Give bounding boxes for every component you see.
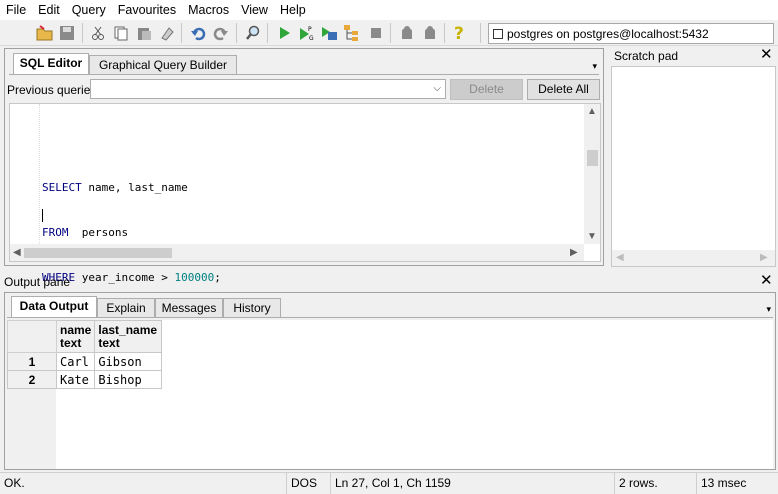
close-output-pane-icon[interactable]: ✕ [760, 273, 773, 288]
column-header-last-name[interactable]: last_name text [94, 320, 163, 353]
editor-gutter [10, 104, 40, 244]
scratch-horizontal-scrollbar[interactable]: ◀ ▶ [612, 250, 775, 266]
status-bar: OK. DOS Ln 27, Col 1, Ch 1159 2 rows. 13… [0, 472, 778, 494]
table-row[interactable]: 2 Kate Bishop [7, 370, 163, 389]
output-tab-strip: Data Output Explain Messages History ▾ [7, 296, 773, 318]
copy-icon[interactable] [112, 24, 130, 42]
tab-explain[interactable]: Explain [97, 298, 155, 317]
menu-file[interactable]: File [0, 0, 32, 20]
execute-pgscript-icon[interactable]: PG [298, 24, 316, 42]
scratch-scroll-right-icon[interactable]: ▶ [760, 253, 768, 263]
cell-name[interactable]: Carl [55, 352, 96, 371]
output-tab-menu-icon[interactable]: ▾ [766, 304, 771, 315]
redo-icon[interactable] [212, 24, 230, 42]
status-position: Ln 27, Col 1, Ch 1159 [330, 473, 614, 494]
help-icon[interactable]: ? [451, 24, 469, 42]
scratch-pad-title: Scratch pad [614, 49, 679, 63]
text-cursor [42, 209, 43, 222]
editor-vertical-scrollbar[interactable]: ▲ ▼ [584, 104, 600, 244]
table-row[interactable]: 1 Carl Gibson [7, 352, 163, 371]
status-encoding: DOS [286, 473, 330, 494]
output-pane: Data Output Explain Messages History ▾ n… [4, 292, 776, 470]
previous-queries-label: Previous queries [7, 83, 97, 97]
status-time: 13 msec [696, 473, 778, 494]
scratch-pad-textarea[interactable]: ◀ ▶ [611, 66, 776, 267]
menu-view[interactable]: View [235, 0, 274, 20]
cell-last-name[interactable]: Gibson [94, 352, 163, 371]
scratch-scroll-left-icon[interactable]: ◀ [616, 253, 624, 263]
scroll-right-icon[interactable]: ▶ [570, 248, 578, 258]
output-pane-title: Output pane [4, 275, 71, 289]
execute-icon[interactable] [275, 24, 293, 42]
scroll-left-icon[interactable]: ◀ [13, 248, 21, 258]
scroll-down-icon[interactable]: ▼ [587, 232, 597, 242]
status-rows: 2 rows. [614, 473, 696, 494]
connection-label: postgres on postgres@localhost:5432 [507, 26, 709, 41]
result-table: name text last_name text 1 Carl Gibson 2 K… [7, 320, 163, 389]
svg-text:P: P [308, 26, 312, 33]
tab-messages[interactable]: Messages [155, 298, 223, 317]
svg-text:?: ? [454, 24, 464, 42]
editor-hscroll-thumb[interactable] [24, 248, 172, 258]
menu-edit[interactable]: Edit [32, 0, 66, 20]
paste-icon[interactable] [135, 24, 153, 42]
previous-queries-select[interactable]: ⌵ [90, 79, 446, 99]
tab-menu-icon[interactable]: ▾ [592, 61, 597, 72]
execute-to-file-icon[interactable] [320, 24, 338, 42]
column-header-name[interactable]: name text [55, 320, 96, 353]
menu-favourites[interactable]: Favourites [112, 0, 182, 20]
row-number[interactable]: 2 [7, 370, 57, 389]
sql-editor-panel: SQL Editor Graphical Query Builder ▾ Pre… [4, 48, 604, 284]
sql-editor[interactable]: SELECT name, last_name FROM persons WHER… [9, 103, 601, 284]
explain-icon[interactable] [343, 24, 361, 42]
database-icon[interactable] [398, 24, 416, 42]
find-icon[interactable] [244, 24, 262, 42]
cut-icon[interactable] [89, 24, 107, 42]
undo-icon[interactable] [189, 24, 207, 42]
delete-button[interactable]: Delete [450, 79, 523, 100]
tab-history[interactable]: History [223, 298, 281, 317]
tab-data-output[interactable]: Data Output [11, 296, 97, 317]
data-grid: name text last_name text 1 Carl Gibson 2 K… [7, 320, 773, 469]
menu-macros[interactable]: Macros [182, 0, 235, 20]
cancel-query-icon[interactable] [367, 24, 385, 42]
code-line: FROM persons [42, 226, 129, 239]
output-pane-header: Output pane ✕ [0, 272, 778, 292]
connection-select[interactable]: postgres on postgres@localhost:5432 [488, 23, 774, 44]
connection-checkbox[interactable] [493, 28, 503, 39]
close-scratch-pad-icon[interactable]: ✕ [760, 47, 773, 62]
open-file-icon[interactable] [36, 24, 54, 42]
code-line: SELECT name, last_name [42, 181, 188, 194]
menu-help[interactable]: Help [274, 0, 312, 20]
status-message: OK. [4, 476, 25, 490]
tab-sql-editor[interactable]: SQL Editor [13, 53, 89, 74]
row-number[interactable]: 1 [7, 352, 57, 371]
delete-all-button[interactable]: Delete All [527, 79, 600, 100]
database-alt-icon[interactable] [421, 24, 439, 42]
tab-graphical-query-builder[interactable]: Graphical Query Builder [89, 55, 237, 74]
menu-query[interactable]: Query [66, 0, 112, 20]
svg-text:G: G [309, 35, 314, 42]
save-icon[interactable] [58, 24, 76, 42]
corner-cell [7, 320, 57, 353]
editor-vscroll-thumb[interactable] [587, 150, 598, 166]
menu-bar: File Edit Query Favourites Macros View H… [0, 0, 778, 20]
scroll-up-icon[interactable]: ▲ [587, 107, 597, 117]
editor-tab-strip: SQL Editor Graphical Query Builder ▾ [9, 53, 599, 75]
editor-horizontal-scrollbar[interactable]: ◀ ▶ [10, 244, 584, 261]
cell-name[interactable]: Kate [55, 370, 96, 389]
chevron-down-icon: ⌵ [433, 83, 441, 94]
clear-icon[interactable] [158, 24, 176, 42]
cell-last-name[interactable]: Bishop [94, 370, 163, 389]
scratch-pad-header: Scratch pad ✕ [610, 46, 778, 66]
